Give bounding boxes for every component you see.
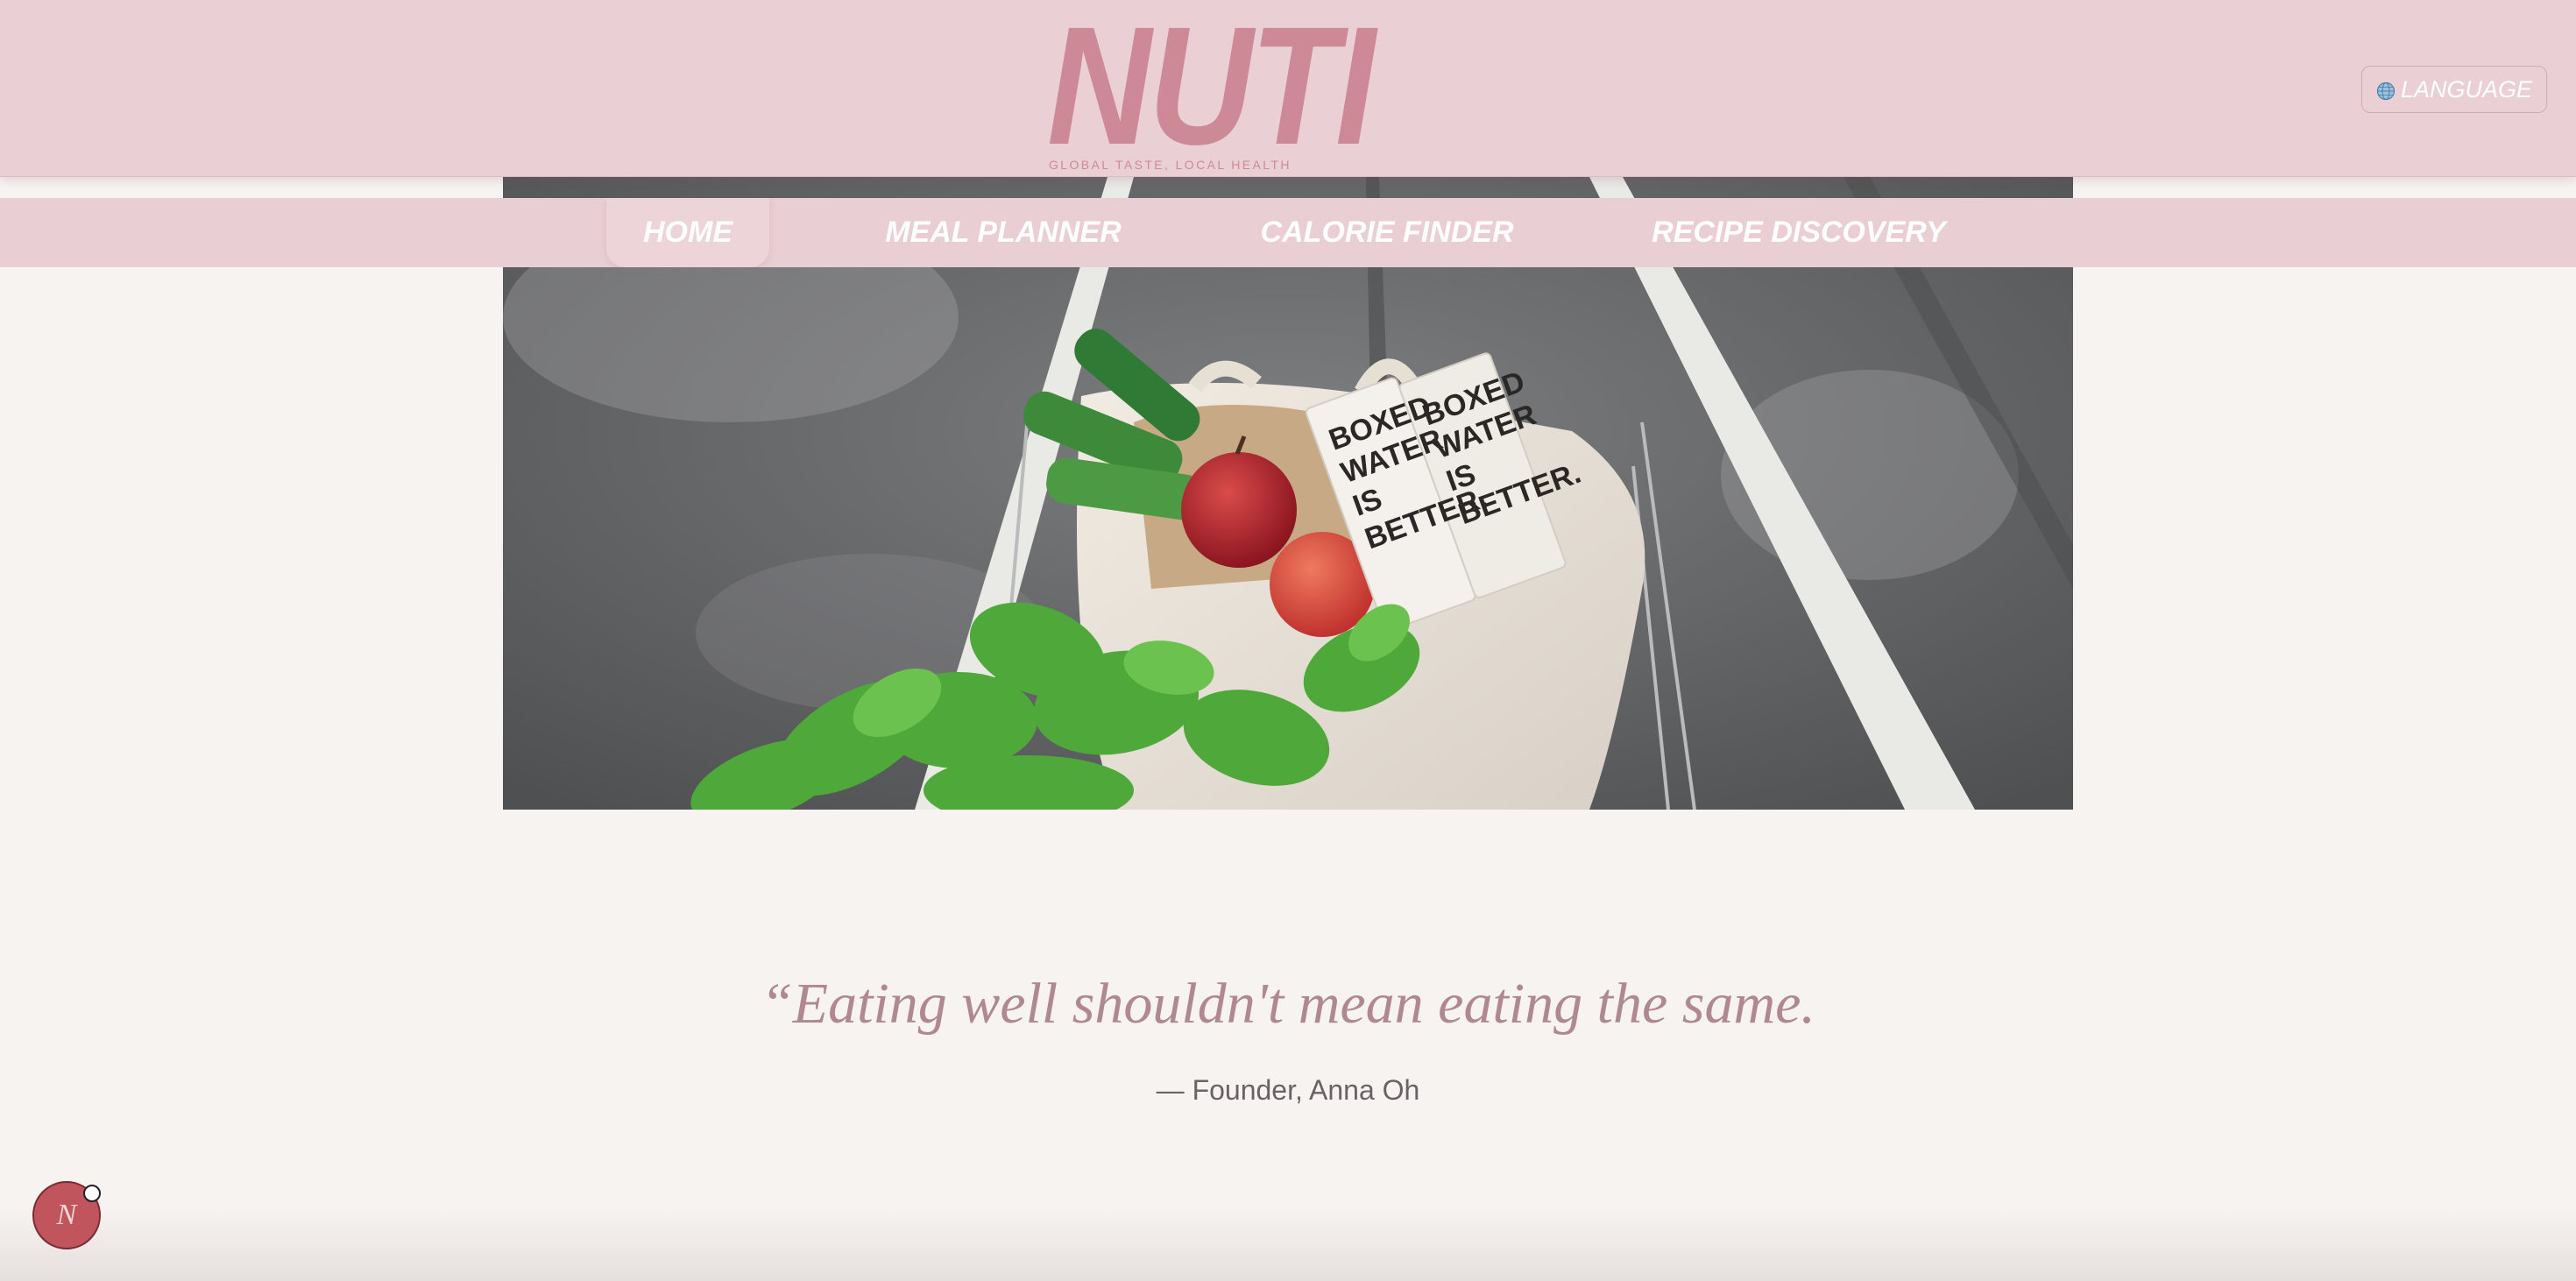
nav-item-label: MEAL PLANNER (885, 216, 1122, 249)
nav-item-label: HOME (643, 216, 732, 249)
nav-item-meal-planner[interactable]: MEAL PLANNER (876, 198, 1130, 267)
logo-wordmark: NUTI (1047, 0, 1376, 180)
language-button[interactable]: LANGUAGE (2361, 66, 2547, 113)
site-header: NUTI GLOBAL TASTE, LOCAL HEALTH LANGUAGE (0, 0, 2576, 177)
brand-logo[interactable]: NUTI GLOBAL TASTE, LOCAL HEALTH (1047, 0, 1376, 180)
quote-attribution: — Founder, Anna Oh (1156, 1074, 1420, 1106)
nav-item-home[interactable]: HOME (606, 198, 769, 267)
nav-item-recipe-discovery[interactable]: RECIPE DISCOVERY (1645, 198, 1952, 267)
logo-tagline: GLOBAL TASTE, LOCAL HEALTH (1049, 158, 1292, 172)
nav-item-label: CALORIE FINDER (1260, 216, 1514, 249)
nav-item-label: RECIPE DISCOVERY (1652, 216, 1946, 249)
floating-n-badge[interactable]: N (32, 1181, 101, 1249)
main-nav: HOME MEAL PLANNER CALORIE FINDER RECIPE … (0, 198, 2576, 267)
founder-quote: “Eating well shouldn't mean eating the s… (761, 972, 1815, 1036)
bottom-fade (0, 1209, 2576, 1281)
language-button-label: LANGUAGE (2400, 75, 2533, 103)
badge-letter: N (56, 1199, 77, 1231)
nav-item-calorie-finder[interactable]: CALORIE FINDER (1253, 198, 1521, 267)
notification-dot (83, 1185, 101, 1202)
hero-image: BOXED WATER IS BETTER. BOXED WATER IS BE… (503, 177, 2073, 810)
globe-icon (2376, 80, 2396, 101)
